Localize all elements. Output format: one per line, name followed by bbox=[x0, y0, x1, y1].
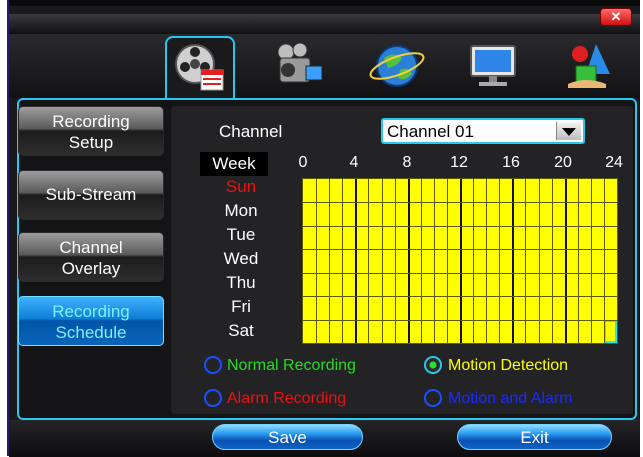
settings-window: ✕ Recording Setup Sub-Stream Channel Ove… bbox=[7, 0, 640, 457]
grid-hour-line bbox=[433, 179, 435, 343]
hour-label: 4 bbox=[349, 154, 359, 171]
tab-advanced[interactable] bbox=[556, 36, 622, 96]
grid-day-line bbox=[303, 225, 617, 227]
grid-hour-line bbox=[355, 179, 358, 343]
day-label-sun: Sun bbox=[225, 177, 257, 196]
sidebar-item-label: Setup bbox=[68, 133, 114, 152]
grid-hour-line bbox=[590, 179, 592, 343]
channel-label: Channel bbox=[219, 122, 283, 141]
grid-hour-line bbox=[564, 179, 567, 343]
grid-hour-line bbox=[420, 179, 422, 343]
schedule-grid[interactable] bbox=[302, 178, 618, 344]
grid-hour-line bbox=[603, 179, 605, 343]
motion-and-alarm-label: Motion and Alarm bbox=[448, 390, 573, 407]
title-bar bbox=[9, 14, 640, 35]
schedule-panel: Channel Channel 01 Week 0 4 8 12 16 20 2… bbox=[171, 106, 633, 414]
sidebar-item-recording-setup[interactable]: Recording Setup bbox=[18, 106, 164, 156]
grid-hour-line bbox=[473, 179, 475, 343]
sidebar-item-recording-schedule[interactable]: Recording Schedule bbox=[18, 296, 164, 346]
day-label-wed: Wed bbox=[223, 249, 259, 268]
grid-hour-line bbox=[499, 179, 501, 343]
camera-icon bbox=[277, 42, 323, 83]
sidebar-item-label: Recording bbox=[52, 302, 130, 321]
grid-day-line bbox=[303, 319, 617, 321]
tab-network[interactable] bbox=[364, 36, 430, 96]
grid-hour-line bbox=[460, 179, 462, 343]
sidebar-item-label: Channel bbox=[59, 238, 123, 257]
grid-hour-line bbox=[316, 179, 318, 343]
day-label-fri: Fri bbox=[231, 297, 251, 316]
week-header: Week bbox=[200, 152, 268, 176]
grid-hour-line bbox=[538, 179, 540, 343]
tab-camera[interactable] bbox=[266, 36, 332, 96]
chevron-down-icon[interactable] bbox=[556, 122, 581, 140]
motion-detection-label: Motion Detection bbox=[448, 357, 569, 374]
grid-hour-line bbox=[329, 179, 331, 343]
network-globe-icon bbox=[369, 45, 425, 87]
exit-button[interactable]: Exit bbox=[457, 424, 612, 450]
grid-hour-line bbox=[342, 179, 344, 343]
grid-hour-line bbox=[512, 179, 515, 343]
grid-day-line bbox=[303, 202, 617, 204]
hour-label: 24 bbox=[605, 154, 623, 171]
advanced-tools-icon bbox=[568, 44, 610, 88]
grid-hour-line bbox=[525, 179, 527, 343]
grid-hour-line bbox=[407, 179, 410, 343]
sidebar-item-label: Sub-Stream bbox=[45, 185, 137, 204]
tab-display[interactable] bbox=[461, 36, 527, 96]
day-label-tue: Tue bbox=[226, 225, 256, 244]
day-label-thu: Thu bbox=[226, 273, 256, 292]
alarm-recording-radio[interactable] bbox=[204, 389, 222, 407]
hour-label: 20 bbox=[554, 154, 572, 171]
grid-day-line bbox=[303, 296, 617, 298]
grid-day-line bbox=[303, 249, 617, 251]
sidebar-item-sub-stream[interactable]: Sub-Stream bbox=[18, 170, 164, 220]
motion-detection-radio[interactable] bbox=[424, 356, 442, 374]
grid-day-line bbox=[303, 272, 617, 274]
grid-cursor bbox=[604, 320, 617, 343]
top-strip bbox=[9, 0, 640, 6]
display-monitor-icon bbox=[470, 45, 516, 86]
grid-hour-line bbox=[577, 179, 579, 343]
grid-hour-line bbox=[446, 179, 448, 343]
grid-hour-line bbox=[368, 179, 370, 343]
grid-hour-line bbox=[551, 179, 553, 343]
record-icon bbox=[175, 44, 224, 91]
alarm-recording-label: Alarm Recording bbox=[227, 390, 347, 407]
hour-label: 16 bbox=[502, 154, 520, 171]
normal-recording-radio[interactable] bbox=[204, 356, 222, 374]
sidebar-item-label: Recording bbox=[52, 112, 130, 131]
motion-and-alarm-radio[interactable] bbox=[424, 389, 442, 407]
hour-label: 8 bbox=[402, 154, 412, 171]
save-button[interactable]: Save bbox=[212, 424, 363, 450]
tab-record[interactable] bbox=[165, 36, 235, 100]
day-label-mon: Mon bbox=[224, 201, 258, 220]
sidebar-item-label: Schedule bbox=[55, 323, 127, 342]
close-button[interactable]: ✕ bbox=[600, 8, 632, 26]
hour-label: 0 bbox=[298, 154, 308, 171]
hour-label: 12 bbox=[450, 154, 468, 171]
sidebar-item-label: Overlay bbox=[61, 259, 121, 278]
channel-select-value: Channel 01 bbox=[387, 122, 474, 141]
grid-hour-line bbox=[381, 179, 383, 343]
grid-hour-line bbox=[394, 179, 396, 343]
sidebar-item-channel-overlay[interactable]: Channel Overlay bbox=[18, 232, 164, 282]
grid-hour-line bbox=[486, 179, 488, 343]
day-label-sat: Sat bbox=[228, 321, 254, 340]
channel-select[interactable]: Channel 01 bbox=[381, 118, 585, 144]
normal-recording-label: Normal Recording bbox=[227, 357, 356, 374]
